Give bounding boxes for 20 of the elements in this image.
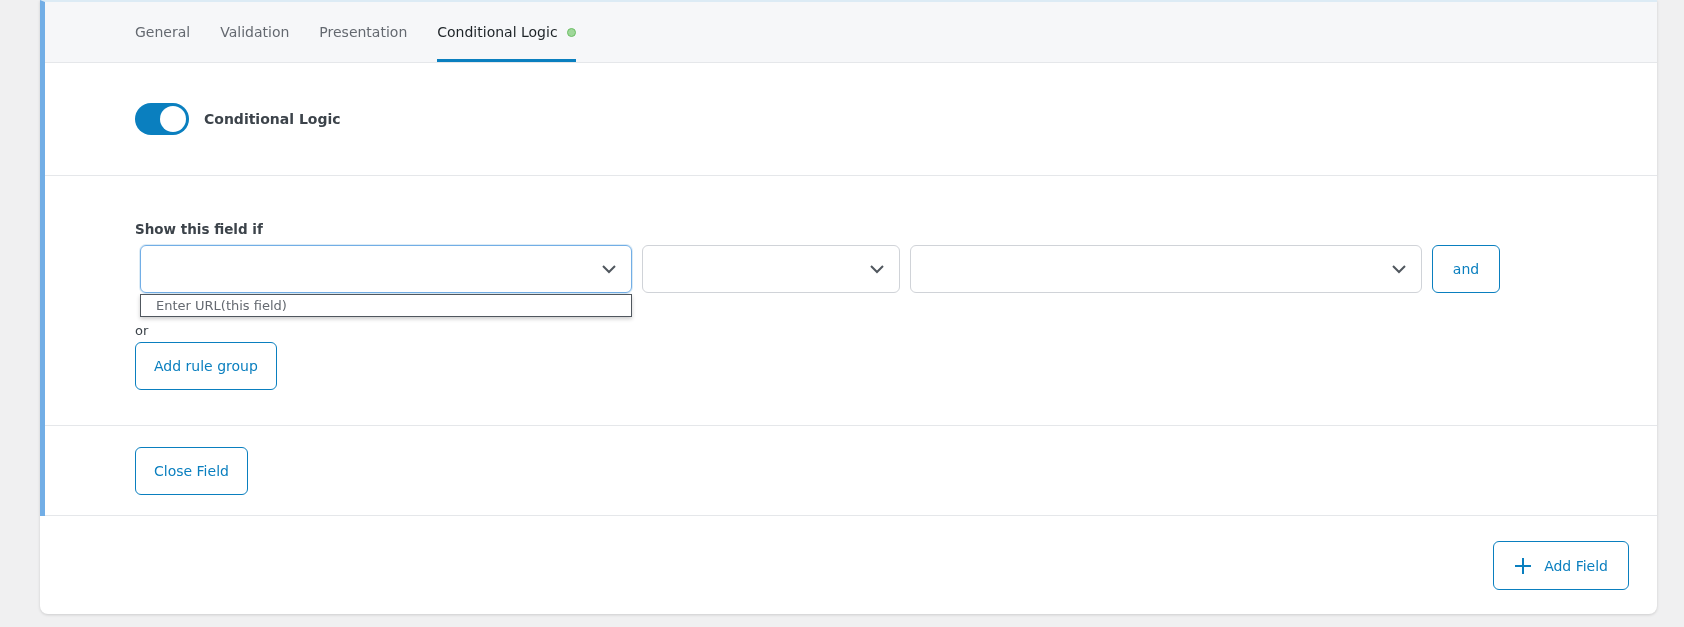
chevron-down-icon	[869, 264, 885, 274]
add-rule-group-button[interactable]: Add rule group	[135, 342, 277, 390]
select-field[interactable]	[910, 245, 1422, 293]
and-button[interactable]: and	[1432, 245, 1500, 293]
select-field[interactable]	[140, 245, 632, 293]
tab[interactable]: Conditional Logic	[437, 2, 576, 62]
tab[interactable]: Presentation	[319, 2, 408, 62]
chevron-down-icon	[1391, 264, 1407, 274]
select-field[interactable]	[642, 245, 900, 293]
add-field-button[interactable]: Add Field	[1493, 541, 1629, 590]
toggle-label: Conditional Logic	[204, 111, 341, 127]
dropdown-option[interactable]: Enter URL(this field)	[141, 295, 631, 316]
tab[interactable]: Validation	[220, 2, 290, 62]
tab[interactable]: General	[135, 2, 191, 62]
toggle-switch[interactable]	[135, 103, 189, 135]
chevron-down-icon	[601, 264, 617, 274]
rule-heading: Show this field if	[135, 221, 264, 237]
or-label: or	[135, 323, 150, 338]
plus-icon	[1514, 556, 1533, 575]
close-field-button[interactable]: Close Field	[135, 446, 248, 495]
